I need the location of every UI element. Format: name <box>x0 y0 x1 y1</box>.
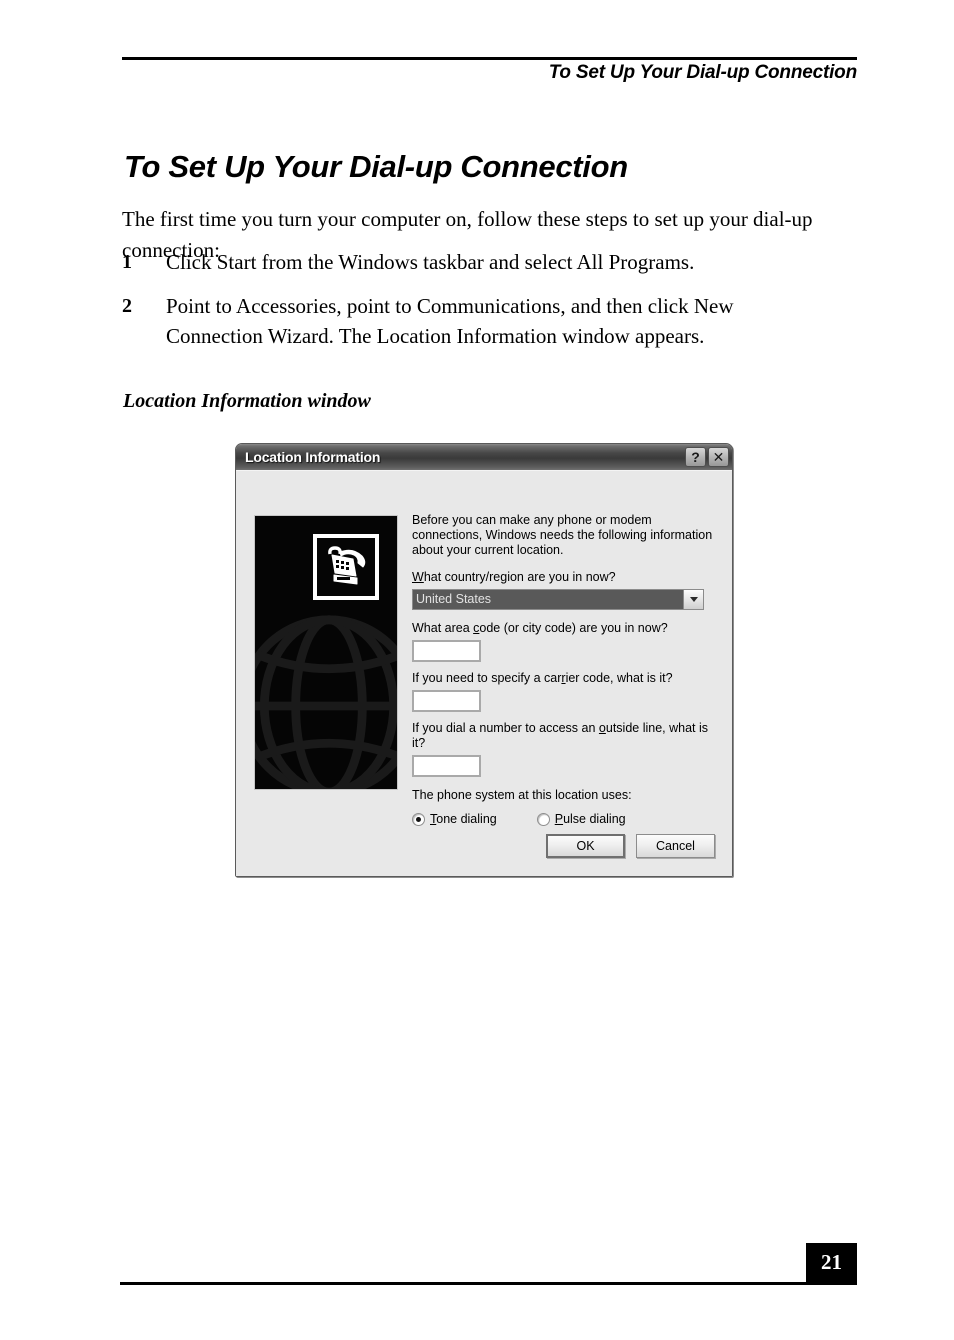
location-information-dialog: Location Information ? ✕ Before you can … <box>235 443 733 877</box>
step-list: 1 Click Start from the Windows taskbar a… <box>122 247 822 365</box>
outside-line-label-pre: If you dial a number to access an <box>412 721 599 735</box>
close-icon[interactable]: ✕ <box>708 447 729 467</box>
radio-pulse-rest: ulse dialing <box>563 812 626 826</box>
telephone-glyph <box>328 546 366 585</box>
step-number: 1 <box>122 251 132 273</box>
step-text: Point to Accessories, point to Communica… <box>166 294 734 348</box>
radio-pulse-dialing[interactable]: Pulse dialing <box>536 812 626 827</box>
country-label-accel: W <box>412 570 424 584</box>
ok-button[interactable]: OK <box>546 834 625 858</box>
radio-pulse-accel: P <box>554 812 564 826</box>
outside-line-input[interactable] <box>412 755 481 777</box>
running-header: To Set Up Your Dial-up Connection <box>548 62 858 83</box>
dialog-title: Location Information <box>245 449 381 465</box>
carrier-code-label-pre: If you need to specify a car <box>412 671 562 685</box>
step-text: Click Start from the Windows taskbar and… <box>166 250 695 274</box>
radio-unselected-icon <box>536 813 550 826</box>
country-value: United States <box>413 590 684 609</box>
dialog-body: Before you can make any phone or modem c… <box>236 470 732 876</box>
radio-tone-rest: one dialing <box>436 812 497 826</box>
outside-line-label-accel: o <box>598 721 606 735</box>
country-label: What country/region are you in now? <box>412 570 714 585</box>
document-page: To Set Up Your Dial-up Connection To Set… <box>0 0 954 1340</box>
page-number: 21 <box>806 1243 857 1282</box>
header-rule <box>122 57 857 60</box>
dialog-titlebar[interactable]: Location Information ? ✕ <box>236 444 732 470</box>
telephone-icon <box>313 534 379 600</box>
dialog-form: Before you can make any phone or modem c… <box>412 513 714 827</box>
area-code-input[interactable] <box>412 640 481 662</box>
carrier-code-label-post: ier code, what is it? <box>565 671 673 685</box>
area-code-label: What area code (or city code) are you in… <box>412 621 714 636</box>
list-item: 1 Click Start from the Windows taskbar a… <box>122 247 822 277</box>
radio-tone-label: Tone dialing <box>430 812 497 827</box>
footer-rule <box>120 1282 857 1285</box>
help-icon[interactable]: ? <box>685 447 706 467</box>
outside-line-label: If you dial a number to access an outsid… <box>412 721 714 751</box>
country-label-rest: hat country/region are you in now? <box>423 570 616 584</box>
radio-pulse-label: Pulse dialing <box>555 812 626 827</box>
area-code-label-pre: What area <box>412 621 474 635</box>
page-title: To Set Up Your Dial-up Connection <box>124 148 628 184</box>
cancel-button[interactable]: Cancel <box>636 834 715 858</box>
dialog-intro-text: Before you can make any phone or modem c… <box>412 513 713 557</box>
phone-system-radio-group: Tone dialing Pulse dialing <box>412 812 714 827</box>
country-combobox[interactable]: United States <box>412 589 704 610</box>
list-item: 2 Point to Accessories, point to Communi… <box>122 291 822 351</box>
titlebar-buttons: ? ✕ <box>685 447 729 467</box>
step-number: 2 <box>122 295 132 317</box>
carrier-code-input[interactable] <box>412 690 481 712</box>
figure-caption: Location Information window <box>123 390 371 412</box>
carrier-code-label: If you need to specify a carrier code, w… <box>412 671 714 686</box>
chevron-down-icon[interactable] <box>684 590 703 609</box>
area-code-label-post: ode (or city code) are you in now? <box>479 621 668 635</box>
dialog-buttons: OK Cancel <box>546 834 715 858</box>
globe-wireframe <box>255 615 397 789</box>
radio-selected-icon <box>412 813 425 826</box>
dialog-artwork <box>254 515 398 790</box>
radio-tone-dialing[interactable]: Tone dialing <box>412 812 497 827</box>
phone-system-label: The phone system at this location uses: <box>412 788 632 802</box>
